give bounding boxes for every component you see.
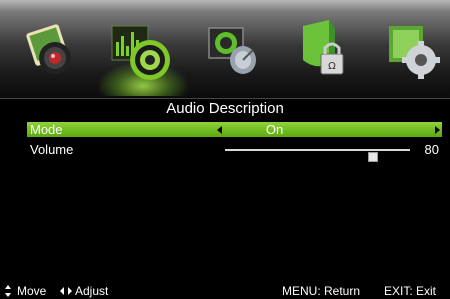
volume-slider[interactable] [225,149,410,162]
page-title: Audio Description [166,100,284,117]
volume-value: 80 [424,142,439,157]
exit-hint: EXIT: Exit [384,284,437,298]
left-right-arrows-icon [60,287,72,295]
footer-hints: Move Adjust MENU: Return EXIT: Exit [0,283,450,299]
mode-row[interactable]: Mode On [27,122,442,137]
sound-icon[interactable] [110,14,172,86]
setup-icon[interactable] [385,14,443,86]
up-down-arrows-icon [5,285,11,297]
picture-icon[interactable] [22,14,80,86]
mode-value: On [265,122,284,137]
menu-return-hint: MENU: Return [282,284,361,298]
svg-text:Ω: Ω [328,61,336,72]
right-arrow-icon[interactable] [435,126,440,134]
volume-label: Volume [30,142,74,157]
menu-icon-bar: Ω [0,0,450,99]
volume-row[interactable]: Volume 80 [27,142,442,162]
volume-slider-thumb[interactable] [368,152,378,162]
adjust-hint: Adjust [75,284,109,298]
move-hint: Move [17,284,47,298]
channel-icon[interactable] [205,14,263,86]
lock-icon[interactable]: Ω [295,14,353,86]
